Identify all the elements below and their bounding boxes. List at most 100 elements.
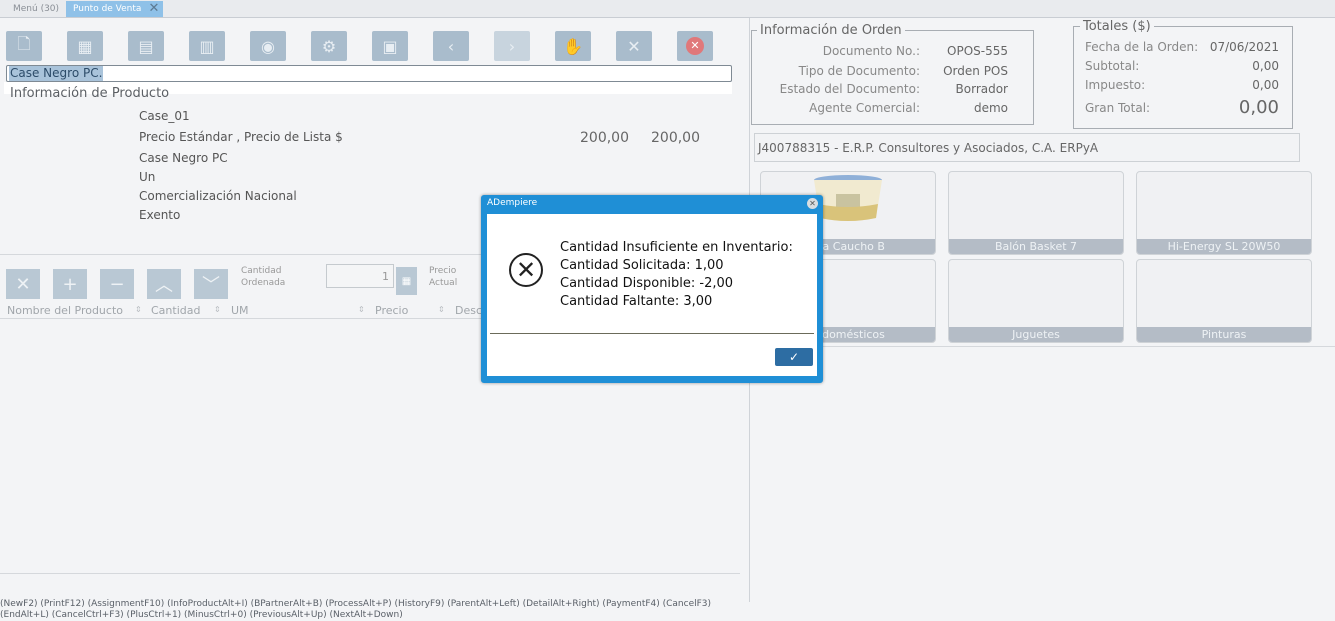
assignment-button[interactable]: ▤ (128, 31, 164, 61)
quantity-input[interactable]: 1 (326, 264, 394, 288)
product-tax: Exento (139, 208, 181, 222)
shortcut-bar: (NewF2) (PrintF12) (AssignmentF10) (Info… (0, 599, 1335, 620)
print-button[interactable]: ▦ (67, 31, 103, 61)
doc-status-label: Estado del Documento: (779, 82, 920, 96)
document-icon: 🗋 (17, 33, 31, 53)
calendar-icon: ▣ (382, 36, 398, 56)
sort-icon[interactable]: ⇕ (438, 305, 445, 314)
close-tab-icon[interactable]: ✕ (149, 1, 160, 16)
dialog-close-icon[interactable]: ✕ (807, 198, 818, 209)
dialog-title: ADempiere (487, 198, 538, 208)
product-info-title: Información de Producto (10, 86, 170, 101)
image-icon: ▦ (77, 36, 93, 56)
exit-button[interactable]: ✕ (677, 31, 713, 61)
col-price[interactable]: Precio (375, 304, 408, 317)
user-icon: ◉ (261, 36, 275, 56)
price-label-line2: Actual (429, 278, 458, 288)
tab-bar: Menú (30) Punto de Venta ✕ (0, 0, 1335, 18)
product-uom: Un (139, 170, 156, 184)
price-list: 200,00 (651, 130, 700, 146)
cancel-button[interactable]: ✕ (616, 31, 652, 61)
search-selected-text: Case Negro PC. (9, 66, 104, 81)
message-line: Cantidad Solicitada: 1,00 (560, 258, 724, 273)
qty-label: Cantidad Ordenada (241, 265, 285, 289)
price-label: Precio Estándar , Precio de Lista $ (139, 130, 343, 144)
message-line: Cantidad Disponible: -2,00 (560, 276, 734, 291)
tile-caption: Pinturas (1137, 327, 1311, 342)
payment-hand-icon: ✋ (563, 36, 583, 56)
chevron-left-icon: ‹ (447, 36, 455, 56)
minus-button[interactable]: − (100, 269, 134, 299)
price-label-line1: Precio (429, 266, 457, 276)
product-tile[interactable]: Balón Basket 7 (948, 171, 1124, 255)
dialog-message: Cantidad Insuficiente en Inventario: Can… (560, 239, 793, 311)
sort-icon[interactable]: ⇕ (135, 305, 142, 314)
history-button[interactable]: ▣ (372, 31, 408, 61)
info-product-button[interactable]: ▥ (189, 31, 225, 61)
product-search-input[interactable]: Case Negro PC. (6, 65, 732, 82)
certificate-icon: ▤ (138, 36, 154, 56)
tax-label: Impuesto: (1085, 78, 1146, 92)
chevron-up-icon: ︿ (155, 275, 173, 296)
product-name: Case Negro PC (139, 151, 228, 165)
sort-icon[interactable]: ⇕ (214, 305, 221, 314)
payment-button[interactable]: ✋ (555, 31, 591, 61)
close-icon: ✕ (627, 36, 641, 56)
down-button[interactable]: ﹀ (194, 269, 228, 299)
shortcut-line-2: (EndAlt+L) (CancelCtrl+F3) (PlusCtrl+1) … (0, 610, 403, 620)
product-category: Comercialización Nacional (139, 189, 297, 203)
previous-button[interactable]: ‹ (433, 31, 469, 61)
col-quantity[interactable]: Cantidad (151, 304, 200, 317)
tile-caption: Juguetes (949, 327, 1123, 342)
qty-label-line1: Cantidad (241, 266, 282, 276)
grand-total-value: 0,00 (1238, 97, 1279, 118)
sort-icon[interactable]: ⇕ (358, 305, 365, 314)
product-tile[interactable]: Hi-Energy SL 20W50 (1136, 171, 1312, 255)
delete-line-button[interactable]: ✕ (6, 269, 40, 299)
message-line: Cantidad Faltante: 3,00 (560, 294, 713, 309)
error-icon: ✕ (509, 253, 543, 287)
up-button[interactable]: ︿ (147, 269, 181, 299)
gear-icon: ⚙ (321, 36, 337, 56)
doc-status-value: Borrador (955, 82, 1008, 96)
shortcut-line-1: (NewF2) (PrintF12) (AssignmentF10) (Info… (0, 599, 712, 609)
col-uom[interactable]: UM (231, 304, 249, 317)
process-button[interactable]: ⚙ (311, 31, 347, 61)
order-date-label: Fecha de la Orden: (1085, 40, 1199, 54)
agent-label: Agente Comercial: (809, 101, 920, 115)
plus-icon: + (62, 273, 78, 295)
barcode-icon: ▥ (199, 36, 215, 56)
product-code: Case_01 (139, 109, 190, 123)
quantity-keypad-button[interactable]: ▦ (396, 267, 417, 295)
totals-title: Totales ($) (1080, 19, 1154, 34)
doc-type-label: Tipo de Documento: (798, 64, 920, 78)
qty-label-line2: Ordenada (241, 278, 286, 288)
chevron-right-icon: › (508, 36, 516, 56)
category-tile[interactable]: Juguetes (948, 259, 1124, 343)
agent-value: demo (973, 101, 1008, 115)
ok-button[interactable]: ✓ (775, 348, 813, 366)
doc-type-value: Orden POS (943, 64, 1008, 78)
tab-label: Punto de Venta (73, 4, 142, 14)
red-close-icon: ✕ (686, 37, 704, 55)
price-standard: 200,00 (580, 130, 629, 146)
order-info-title: Información de Orden (757, 23, 905, 38)
dialog-body: ✕ Cantidad Insuficiente en Inventario: C… (487, 214, 817, 376)
business-partner-field[interactable]: J400788315 - E.R.P. Consultores y Asocia… (754, 133, 1300, 162)
new-document-button[interactable]: 🗋 (6, 31, 42, 61)
close-icon: ✕ (15, 273, 31, 295)
category-tile[interactable]: Pinturas (1136, 259, 1312, 343)
tile-caption: Hi-Energy SL 20W50 (1137, 239, 1311, 254)
order-date-value: 07/06/2021 (1209, 40, 1279, 54)
col-product-name[interactable]: Nombre del Producto (7, 304, 123, 317)
error-dialog: ADempiere ✕ ✕ Cantidad Insuficiente en I… (481, 195, 823, 383)
tab-menu[interactable]: Menú (30) (6, 1, 66, 17)
next-button[interactable]: › (494, 31, 530, 61)
chevron-down-icon: ﹀ (202, 275, 220, 296)
bpartner-button[interactable]: ◉ (250, 31, 286, 61)
tab-punto-de-venta[interactable]: Punto de Venta ✕ (66, 1, 164, 17)
plus-button[interactable]: + (53, 269, 87, 299)
subtotal-value: 0,00 (1252, 59, 1279, 73)
minus-icon: − (109, 273, 125, 295)
tax-value: 0,00 (1252, 78, 1279, 92)
